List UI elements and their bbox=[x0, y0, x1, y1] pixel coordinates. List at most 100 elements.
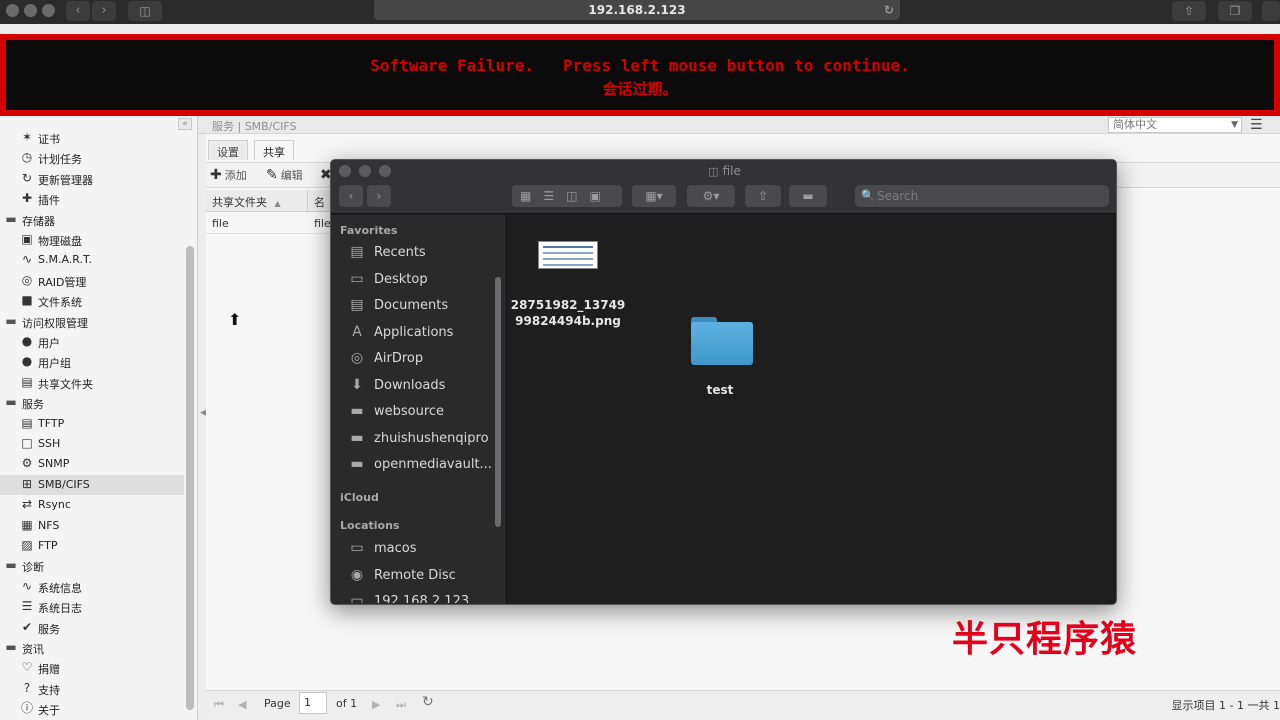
first-page-icon[interactable]: ⏮ bbox=[214, 698, 224, 712]
sidebar-scrollbar[interactable] bbox=[186, 246, 194, 710]
search-icon: 🔍 bbox=[861, 189, 875, 202]
sidebar-item[interactable]: ▣ 物理磁盘 bbox=[0, 230, 184, 250]
tags-button[interactable]: ▬ bbox=[789, 185, 827, 207]
sidebar-item[interactable]: ▦ NFS bbox=[0, 516, 184, 536]
sidebar-item[interactable]: ■ 文件系统 bbox=[0, 291, 184, 311]
sidebar-item-label: 用户组 bbox=[38, 357, 71, 371]
forward-button[interactable]: › bbox=[92, 1, 116, 21]
sidebar-item[interactable]: ◎ RAID管理 bbox=[0, 271, 184, 291]
sidebar-item[interactable]: ▬ 资讯 bbox=[0, 638, 184, 658]
language-select[interactable]: 简体中文 ▼ bbox=[1108, 117, 1242, 133]
window-minimize-button[interactable] bbox=[24, 4, 37, 17]
finder-sidebar-item[interactable]: ⬇ Downloads bbox=[348, 375, 498, 397]
finder-sidebar-item[interactable]: ◉ Remote Disc bbox=[348, 565, 498, 587]
sidebar-item[interactable]: ● 用户 bbox=[0, 332, 184, 352]
sidebar-item[interactable]: ▨ FTP bbox=[0, 536, 184, 556]
sidebar-item-label: 共享文件夹 bbox=[38, 377, 93, 391]
share-button[interactable]: ⇧ bbox=[1172, 1, 1206, 21]
recents-icon: ▤ bbox=[350, 244, 364, 260]
finder-search-input[interactable]: 🔍 Search bbox=[855, 185, 1109, 207]
sidebar-item[interactable]: ◷ 计划任务 bbox=[0, 148, 184, 168]
pager-summary: 显示项目 1 - 1 一共 1 bbox=[1171, 699, 1280, 712]
group-by-button[interactable]: ▦▾ bbox=[632, 185, 676, 207]
sidebar-item[interactable]: ▬ 访问权限管理 bbox=[0, 312, 184, 332]
sidebar-item[interactable]: ▬ 存储器 bbox=[0, 210, 184, 230]
back-button[interactable]: ‹ bbox=[66, 1, 90, 21]
finder-sidebar-item[interactable]: A Applications bbox=[348, 322, 498, 344]
sidebar-item[interactable]: ∿ 系统信息 bbox=[0, 577, 184, 597]
tabs-overview-button[interactable]: ❐ bbox=[1218, 1, 1252, 21]
sidebar-item[interactable]: ✔ 服务 bbox=[0, 618, 184, 638]
finder-sidebar-item[interactable]: ▬ openmediavault... bbox=[348, 454, 498, 476]
sidebar-item[interactable]: ⇄ Rsync bbox=[0, 495, 184, 515]
finder-title-text: file bbox=[722, 164, 741, 178]
finder-sidebar-label: websource bbox=[374, 404, 445, 419]
edit-button[interactable]: ✎ 编辑 bbox=[266, 167, 303, 183]
filesystem-icon: ■ bbox=[21, 293, 33, 308]
finder-sidebar-item[interactable]: ▤ Documents bbox=[348, 295, 498, 317]
add-button[interactable]: ✚ 添加 bbox=[210, 167, 247, 183]
sidebar-item[interactable]: ▤ 共享文件夹 bbox=[0, 373, 184, 393]
finder-sidebar-item[interactable]: ▭ 192.168.2.123 bbox=[348, 591, 498, 603]
sidebar-item-label: 支持 bbox=[38, 683, 60, 697]
sidebar-item[interactable]: ☰ 系统日志 bbox=[0, 597, 184, 617]
reload-icon[interactable]: ↻ bbox=[884, 0, 894, 20]
sidebar-item-label: 服务 bbox=[22, 398, 44, 412]
finder-sidebar-item[interactable]: ▤ Recents bbox=[348, 242, 498, 264]
finder-forward-button[interactable]: › bbox=[367, 185, 391, 207]
next-page-icon[interactable]: ▶ bbox=[372, 698, 380, 711]
sidebar-item-label: 捐赠 bbox=[38, 663, 60, 677]
window-close-button[interactable] bbox=[6, 4, 19, 17]
software-failure-banner[interactable]: Software Failure. Press left mouse butto… bbox=[0, 34, 1280, 116]
sidebar-item[interactable]: ● 用户组 bbox=[0, 352, 184, 372]
disk-icon: ▣ bbox=[21, 232, 33, 246]
sidebar-item[interactable]: ⊞ SMB/CIFS bbox=[0, 474, 184, 495]
sidebar-item[interactable]: ♡ 捐赠 bbox=[0, 658, 184, 678]
sidebar-item-label: 诊断 bbox=[22, 561, 44, 575]
tab-settings[interactable]: 设置 bbox=[208, 140, 248, 160]
view-mode-segmented-control[interactable]: ▦☰◫▣ bbox=[512, 185, 622, 207]
previous-page-icon[interactable]: ◀ bbox=[238, 698, 246, 711]
page-count-label: of 1 bbox=[336, 697, 358, 710]
address-bar[interactable]: 192.168.2.123 ↻ bbox=[374, 0, 900, 20]
tab-shares[interactable]: 共享 bbox=[254, 140, 294, 160]
folder-icon: ▬ bbox=[350, 403, 364, 419]
finder-sidebar-item[interactable]: ▭ macos bbox=[348, 538, 498, 560]
finder-sidebar-item[interactable]: ▬ websource bbox=[348, 401, 498, 423]
table-row[interactable]: file bbox=[206, 214, 308, 234]
sidebar-item[interactable]: ▬ 服务 bbox=[0, 393, 184, 413]
column-header-shared-folder[interactable]: 共享文件夹 ▲ bbox=[206, 190, 308, 212]
sidebar-item-label: 更新管理器 bbox=[38, 173, 93, 187]
refresh-icon[interactable]: ↻ bbox=[422, 694, 434, 710]
sidebar-item[interactable]: ↻ 更新管理器 bbox=[0, 169, 184, 189]
menu-icon[interactable]: ☰ bbox=[1250, 117, 1263, 133]
sidebar-item-label: 计划任务 bbox=[38, 153, 82, 167]
sidebar-item[interactable]: ✚ 插件 bbox=[0, 189, 184, 209]
new-tab-button[interactable] bbox=[1262, 1, 1280, 21]
sidebar-item[interactable]: ∿ S.M.A.R.T. bbox=[0, 250, 184, 270]
sidebar-item[interactable]: ▬ 诊断 bbox=[0, 556, 184, 576]
sidebar-item[interactable]: □ SSH bbox=[0, 434, 184, 454]
finder-sidebar-item[interactable]: ◎ AirDrop bbox=[348, 348, 498, 370]
window-zoom-button[interactable] bbox=[42, 4, 55, 17]
last-page-icon[interactable]: ⏭ bbox=[396, 698, 406, 712]
action-button[interactable]: ⚙▾ bbox=[687, 185, 735, 207]
finder-sidebar-item[interactable]: ▬ zhuishushenqipro bbox=[348, 428, 498, 450]
finder-back-button[interactable]: ‹ bbox=[339, 185, 363, 207]
sidebar-item[interactable]: ▤ TFTP bbox=[0, 414, 184, 434]
finder-sidebar-item[interactable]: ▭ Desktop bbox=[348, 269, 498, 291]
sidebar-item[interactable]: ✶ 证书 bbox=[0, 128, 184, 148]
sidebar-toggle-button[interactable]: ◫ bbox=[128, 1, 162, 21]
share-button[interactable]: ⇧ bbox=[745, 185, 781, 207]
plus-icon: ✚ bbox=[210, 167, 222, 183]
page-number-input[interactable]: 1 bbox=[299, 692, 327, 714]
finder-sidebar-label: Downloads bbox=[374, 377, 446, 393]
finder-sidebar-label: Desktop bbox=[374, 271, 428, 287]
finder-sidebar-scrollbar[interactable] bbox=[495, 277, 501, 527]
sidebar-item[interactable]: ⚙ SNMP bbox=[0, 454, 184, 474]
sidebar-item[interactable]: ? 支持 bbox=[0, 679, 184, 699]
tag-icon: ▬ bbox=[802, 189, 814, 203]
sidebar-item[interactable]: ⓘ 关于 bbox=[0, 699, 184, 719]
sidebar-item-label: NFS bbox=[38, 518, 60, 532]
sidebar-item-label: 关于 bbox=[38, 704, 60, 718]
